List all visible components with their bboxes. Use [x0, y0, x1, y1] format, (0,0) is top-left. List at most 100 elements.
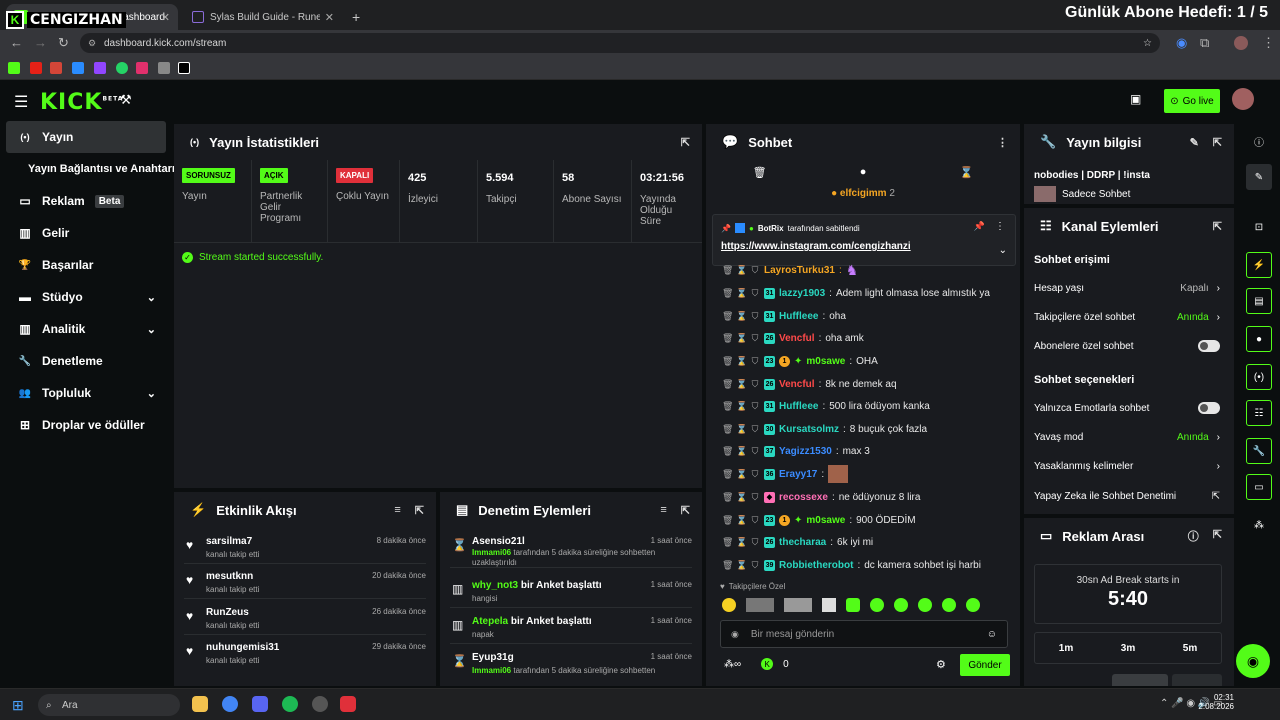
popout-icon[interactable]: ⇱: [1213, 136, 1222, 149]
back-icon[interactable]: ←: [10, 35, 23, 50]
bookmark-star-icon[interactable]: ☆: [1143, 38, 1152, 49]
emote-icon[interactable]: [822, 598, 836, 612]
category-name[interactable]: Sadece Sohbet: [1062, 189, 1130, 200]
ad-option-3m[interactable]: 3m: [1121, 643, 1135, 654]
sidebar-item-denetleme[interactable]: 🔧 Denetleme: [6, 345, 166, 377]
emote-icon[interactable]: [784, 598, 812, 612]
lightning-icon[interactable]: ⚡: [1246, 252, 1272, 278]
username[interactable]: Kursatsolmz: [779, 424, 839, 435]
ad-secondary-button[interactable]: [1172, 674, 1222, 686]
edit-pencil-icon[interactable]: ✎: [1246, 164, 1272, 190]
info-icon[interactable]: ⓘ: [1188, 528, 1199, 544]
username[interactable]: nuhungemisi31: [206, 642, 279, 653]
users-icon[interactable]: ⁂∞: [724, 659, 741, 670]
ad-option-1m[interactable]: 1m: [1059, 643, 1073, 654]
subscribers-only-toggle[interactable]: [1198, 340, 1220, 352]
sidebar-item-basarilar[interactable]: 🏆 Başarılar: [6, 249, 166, 281]
moderator-name[interactable]: Immami06: [472, 548, 511, 557]
username[interactable]: recossexe: [779, 492, 828, 503]
user-avatar[interactable]: [1232, 88, 1254, 110]
sidebar-item-reklam[interactable]: ▭ Reklam Beta: [6, 185, 166, 217]
emote-icon[interactable]: [918, 598, 932, 612]
users-icon[interactable]: ⁂: [1246, 512, 1272, 538]
username[interactable]: why_not3: [472, 580, 518, 591]
emote-icon[interactable]: [870, 598, 884, 612]
address-bar[interactable]: ⚙ dashboard.kick.com/stream ☆: [80, 33, 1160, 53]
kick-bookmark-icon[interactable]: [8, 62, 20, 74]
filter-icon[interactable]: ≡: [394, 504, 400, 517]
send-button[interactable]: Gönder: [960, 654, 1010, 676]
kick-logo[interactable]: KICKBETA: [40, 90, 123, 115]
username[interactable]: Eyup31g: [472, 652, 514, 663]
sidebar-item-analitik[interactable]: ▥ Analitik ⌄: [6, 313, 166, 345]
browser-menu-icon[interactable]: ⋮: [1262, 35, 1275, 51]
hourglass-icon[interactable]: ⌛: [960, 166, 974, 179]
tab-sylas[interactable]: Sylas Build Guide - Runes, Items ✕: [184, 4, 342, 30]
sidebar-item-gelir[interactable]: ▥ Gelir: [6, 217, 166, 249]
sliders-icon[interactable]: ☷: [1246, 400, 1272, 426]
bookmark-icon[interactable]: [158, 62, 170, 74]
chat-input[interactable]: ◉ Bir mesaj gönderin ☺: [720, 620, 1008, 648]
emote-icon[interactable]: [722, 598, 736, 612]
username[interactable]: Asensio21l: [472, 536, 525, 547]
setting-followers-only[interactable]: Takipçilere özel sohbet Anında ›: [1034, 305, 1220, 329]
wrench-icon[interactable]: 🔧: [1246, 438, 1272, 464]
new-tab-button[interactable]: +: [344, 4, 368, 30]
popout-icon[interactable]: ⇱: [681, 504, 690, 517]
spotify-icon[interactable]: [282, 696, 298, 712]
sidebar-item-studyo[interactable]: ▬ Stüdyo ⌄: [6, 281, 166, 313]
username[interactable]: elfcigimm: [840, 188, 887, 199]
username[interactable]: Robbietherobot: [779, 560, 853, 571]
taskbar-search[interactable]: ⌕ Ara: [38, 694, 180, 716]
setting-banned-words[interactable]: Yasaklanmış kelimeler ›: [1034, 454, 1220, 478]
twitch-bookmark-icon[interactable]: [94, 62, 106, 74]
instagram-bookmark-icon[interactable]: [136, 62, 148, 74]
go-live-button[interactable]: ⊙ Go live: [1164, 89, 1220, 113]
whatsapp-bookmark-icon[interactable]: [116, 62, 128, 74]
username[interactable]: sarsilma7: [206, 536, 252, 547]
trash-icon[interactable]: 🗑: [753, 166, 767, 179]
settings-gear-icon[interactable]: ⚙: [936, 658, 946, 671]
username[interactable]: LayrosTurku31: [764, 265, 835, 276]
popout-icon[interactable]: ⇱: [1213, 220, 1222, 233]
popout-icon[interactable]: ⇱: [415, 504, 424, 517]
reload-icon[interactable]: ↻: [58, 35, 69, 51]
youtube-bookmark-icon[interactable]: [30, 62, 42, 74]
extensions-puzzle-icon[interactable]: ⧉: [1200, 35, 1209, 51]
sidebar-item-droplar[interactable]: ⊞ Droplar ve ödüller: [6, 409, 166, 441]
username[interactable]: thecharaa: [779, 537, 826, 548]
emote-icon[interactable]: [894, 598, 908, 612]
x-bookmark-icon[interactable]: [178, 62, 190, 74]
close-tab-icon[interactable]: ✕: [161, 11, 170, 24]
chat-bubble-icon[interactable]: ●: [1246, 326, 1272, 352]
hamburger-menu-icon[interactable]: ☰: [14, 92, 28, 112]
username[interactable]: RunZeus: [206, 607, 249, 618]
emote-icon[interactable]: [942, 598, 956, 612]
emote-only-toggle[interactable]: [1198, 402, 1220, 414]
emote-icon[interactable]: [846, 598, 860, 612]
bookmark-icon[interactable]: [72, 62, 84, 74]
file-explorer-icon[interactable]: [192, 696, 208, 712]
username[interactable]: Atepela: [472, 616, 508, 627]
moderator-name[interactable]: Immami06: [472, 666, 511, 675]
windows-start-icon[interactable]: ⊞: [12, 697, 24, 714]
run-ad-button[interactable]: [1112, 674, 1168, 686]
username[interactable]: lazzy1903: [779, 288, 825, 299]
gmail-bookmark-icon[interactable]: [50, 62, 62, 74]
discord-icon[interactable]: [252, 696, 268, 712]
obs-icon[interactable]: [312, 696, 328, 712]
hammer-icon[interactable]: ⚒: [120, 92, 132, 108]
popout-icon[interactable]: ⇱: [1213, 528, 1222, 544]
setting-slow-mode[interactable]: Yavaş mod Anında ›: [1034, 425, 1220, 449]
camera-icon[interactable]: ▣: [1130, 92, 1141, 106]
capture-icon[interactable]: ⊡: [1246, 214, 1272, 240]
emote-icon[interactable]: [966, 598, 980, 612]
edit-pencil-icon[interactable]: ✎: [1190, 136, 1199, 149]
username[interactable]: Vencful: [779, 333, 815, 344]
username[interactable]: Vencful: [779, 379, 815, 390]
support-icon[interactable]: ◉: [1236, 644, 1270, 678]
user-card-icon[interactable]: ◉: [731, 629, 739, 640]
chrome-icon[interactable]: [222, 696, 238, 712]
site-info-icon[interactable]: ⚙: [88, 38, 96, 49]
username[interactable]: mesutknn: [206, 571, 253, 582]
